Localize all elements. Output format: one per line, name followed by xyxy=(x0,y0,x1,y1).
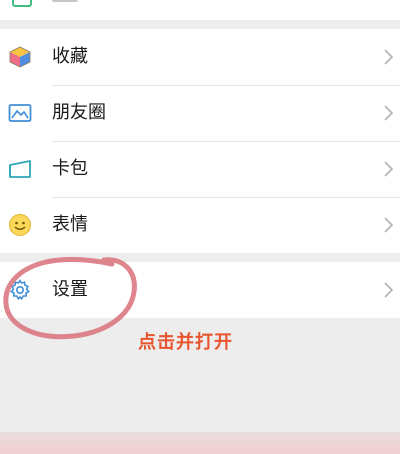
wallet-card-icon xyxy=(9,160,31,178)
tap-instruction-annotation: 点击并打开 xyxy=(138,332,233,353)
chevron-right-icon xyxy=(384,49,393,65)
highlight-circle-annotation xyxy=(3,257,137,340)
chevron-right-icon xyxy=(384,282,393,298)
cut-off-menu-row[interactable] xyxy=(0,0,400,20)
cut-off-row-icon xyxy=(12,0,32,7)
picture-icon xyxy=(8,104,32,122)
chevron-right-icon xyxy=(384,217,393,233)
bottom-tint-strip xyxy=(0,432,400,454)
smiley-face-icon xyxy=(9,214,31,236)
menu-group: 收藏 朋友圈 卡包 表情 xyxy=(0,29,400,253)
menu-item-cards[interactable]: 卡包 xyxy=(0,141,400,197)
chevron-right-icon xyxy=(384,105,393,121)
me-page: 收藏 朋友圈 卡包 表情 设置 点击并打开 xyxy=(0,0,400,454)
cube-icon xyxy=(9,46,31,68)
menu-item-label: 卡包 xyxy=(52,158,88,179)
menu-item-favorites[interactable]: 收藏 xyxy=(0,29,400,85)
chevron-right-icon xyxy=(384,161,393,177)
menu-item-moments[interactable]: 朋友圈 xyxy=(0,85,400,141)
menu-item-label: 收藏 xyxy=(52,46,88,67)
cut-off-row-label xyxy=(52,0,78,2)
menu-item-stickers[interactable]: 表情 xyxy=(0,197,400,253)
menu-item-label: 朋友圈 xyxy=(52,102,106,123)
menu-item-label: 表情 xyxy=(52,214,88,235)
